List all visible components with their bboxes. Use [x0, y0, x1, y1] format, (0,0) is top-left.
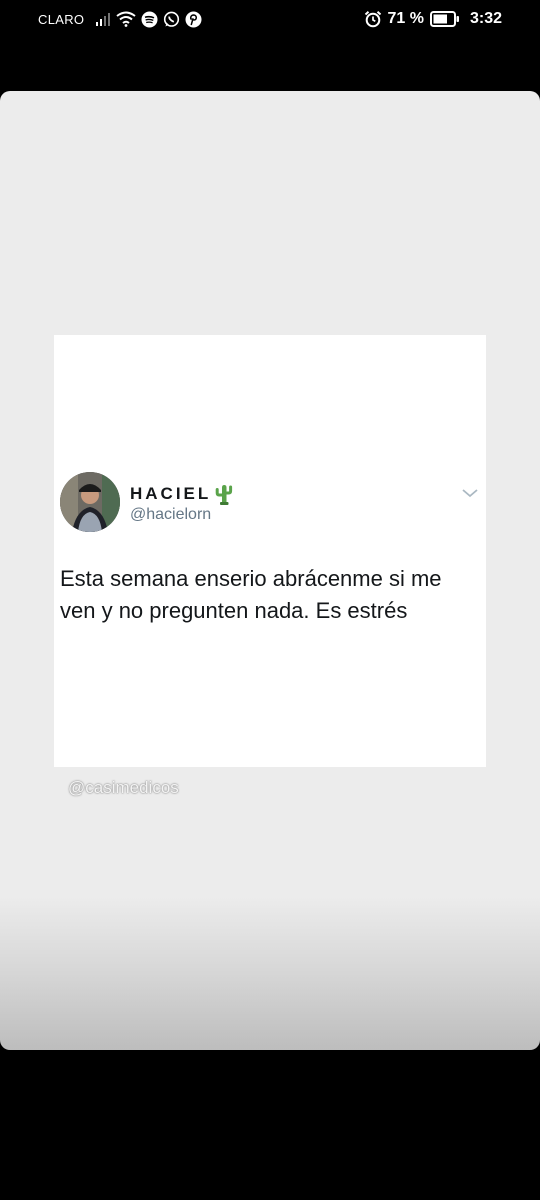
display-name-text: HACIEL [130, 484, 212, 503]
spotify-icon [141, 11, 158, 27]
avatar-photo [60, 472, 120, 532]
chevron-down-icon[interactable] [460, 487, 480, 499]
carrier-label: CLARO [38, 12, 85, 27]
battery-percentage: 71 % [387, 10, 424, 27]
tweet-card: HACIEL @hacielorn Esta semana enserio ab… [54, 335, 486, 767]
user-handle: @hacielorn [130, 506, 212, 523]
pinterest-icon [185, 11, 202, 27]
cactus-icon [215, 485, 233, 505]
wifi-icon [116, 11, 136, 27]
story-card[interactable]: HACIEL @hacielorn Esta semana enserio ab… [0, 91, 540, 1050]
watermark: @casimedicos [68, 778, 179, 797]
avatar [60, 472, 120, 532]
status-bar: CLARO 71 % 3:32 [0, 0, 540, 40]
alarm-icon [364, 11, 381, 28]
display-name: HACIEL [130, 483, 233, 505]
notification-icons [95, 10, 202, 28]
clock: 3:32 [469, 10, 502, 27]
battery-icon [429, 11, 459, 27]
signal-icon [96, 13, 110, 26]
whatsapp-icon [163, 11, 180, 27]
tweet-text: Esta semana enserio abrácenme si me ven … [60, 566, 442, 623]
system-icons: 71 % 3:32 [364, 9, 502, 29]
